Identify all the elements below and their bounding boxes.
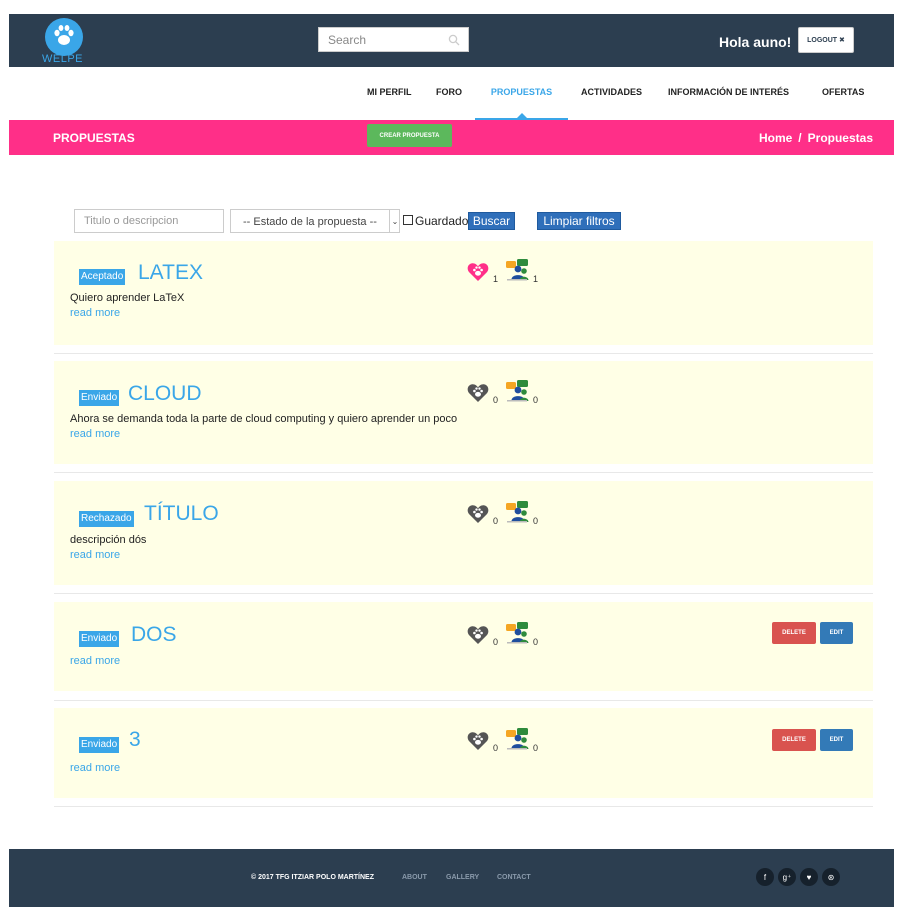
status-badge: Aceptado: [79, 269, 126, 285]
saved-checkbox-label: Guardado: [415, 214, 469, 228]
like-count: 0: [493, 743, 499, 753]
user-greeting: Hola auno!: [719, 34, 792, 50]
google-plus-icon[interactable]: g⁺: [778, 868, 796, 886]
search-input[interactable]: [319, 28, 439, 51]
edit-button[interactable]: EDIT: [820, 729, 853, 751]
participant-count: 0: [533, 743, 539, 753]
status-badge: Rechazado: [79, 511, 134, 527]
heart-paw-icon[interactable]: [467, 504, 489, 524]
breadcrumb-home-link[interactable]: Home: [759, 131, 792, 145]
create-proposal-button[interactable]: CREAR PROPUESTA: [367, 124, 452, 147]
state-select[interactable]: -- Estado de la propuesta -- ⌄: [230, 209, 400, 233]
read-more-link[interactable]: read more: [70, 655, 120, 667]
like-count: 0: [493, 516, 499, 526]
search-icon[interactable]: [448, 33, 460, 51]
read-more-link[interactable]: read more: [70, 428, 120, 440]
heart-paw-icon[interactable]: [467, 625, 489, 645]
proposal-title[interactable]: LATEX: [138, 261, 203, 285]
card-divider: [54, 353, 873, 354]
participant-count: 1: [533, 274, 539, 284]
page-title: PROPUESTAS: [53, 131, 135, 145]
footer-contact-link[interactable]: CONTACT: [497, 874, 531, 881]
logout-button[interactable]: LOGOUT ✖: [798, 27, 854, 53]
nav-item-foro[interactable]: FORO: [436, 67, 462, 120]
footer: © 2017 TFG ITZIAR POLO MARTÍNEZ ABOUT GA…: [9, 849, 894, 907]
chevron-down-icon: ⌄: [389, 210, 400, 232]
copyright-text: © 2017 TFG ITZIAR POLO MARTÍNEZ: [251, 874, 374, 881]
participants-icon[interactable]: [504, 621, 530, 645]
top-bar: WELPE Hola auno! LOGOUT ✖: [9, 14, 894, 67]
proposal-title[interactable]: 3: [129, 728, 141, 752]
proposal-description: Ahora se demanda toda la parte de cloud …: [70, 413, 458, 425]
section-header: PROPUESTAS CREAR PROPUESTA Home / Propuest…: [9, 120, 894, 155]
proposal-title[interactable]: TÍTULO: [144, 502, 219, 526]
dribbble-icon[interactable]: ⊛: [822, 868, 840, 886]
nav-item-actividades[interactable]: ACTIVIDADES: [581, 67, 642, 120]
clear-filters-button[interactable]: Limpiar filtros: [537, 212, 621, 230]
card-divider: [54, 472, 873, 473]
delete-button[interactable]: DELETE: [772, 622, 816, 644]
proposal-description: descripción dós: [70, 534, 147, 546]
card-divider: [54, 806, 873, 807]
participants-icon[interactable]: [504, 500, 530, 524]
status-badge: Enviado: [79, 737, 120, 753]
search-box: [318, 27, 469, 52]
participant-count: 0: [533, 637, 539, 647]
proposal-card: Enviado 3 read more 0 0 DELETE EDIT: [54, 708, 873, 798]
status-badge: Enviado: [79, 390, 120, 406]
like-count: 0: [493, 395, 499, 405]
heart-paw-icon[interactable]: [467, 383, 489, 403]
card-divider: [54, 700, 873, 701]
edit-button[interactable]: EDIT: [820, 622, 853, 644]
search-button[interactable]: Buscar: [468, 212, 515, 230]
nav-item-informacion[interactable]: INFORMACIÓN DE INTERÉS: [668, 67, 789, 120]
heart-paw-icon[interactable]: [467, 731, 489, 751]
saved-checkbox[interactable]: [403, 215, 413, 225]
delete-button[interactable]: DELETE: [772, 729, 816, 751]
card-divider: [54, 593, 873, 594]
state-select-value: -- Estado de la propuesta --: [243, 216, 377, 228]
logo-text: WELPE: [42, 53, 84, 65]
twitter-icon[interactable]: ♥: [800, 868, 818, 886]
proposal-card: Aceptado LATEX Quiero aprender LaTeX read m…: [54, 241, 873, 345]
participants-icon[interactable]: [504, 379, 530, 403]
nav-item-label: PROPUESTAS: [490, 87, 553, 97]
nav-item-ofertas[interactable]: OFERTAS: [822, 67, 864, 120]
nav-item-mi-perfil[interactable]: MI PERFIL: [367, 67, 412, 120]
breadcrumb-current: Propuestas: [807, 131, 873, 145]
paw-logo-icon[interactable]: [45, 18, 83, 56]
proposal-card: Enviado CLOUD Ahora se demanda toda la par…: [54, 361, 873, 464]
participants-icon[interactable]: [504, 258, 530, 282]
read-more-link[interactable]: read more: [70, 307, 120, 319]
nav-item-propuestas[interactable]: PROPUESTAS: [475, 67, 568, 120]
footer-about-link[interactable]: ABOUT: [402, 874, 427, 881]
main-nav: MI PERFIL FORO PROPUESTAS ACTIVIDADES IN…: [9, 67, 894, 120]
footer-gallery-link[interactable]: GALLERY: [446, 874, 479, 881]
read-more-link[interactable]: read more: [70, 549, 120, 561]
proposal-title[interactable]: CLOUD: [128, 382, 202, 406]
active-caret-icon: [516, 113, 527, 118]
like-count: 1: [493, 274, 499, 284]
proposal-title[interactable]: DOS: [131, 623, 177, 647]
proposal-card: Enviado DOS read more 0 0 DELETE EDIT: [54, 602, 873, 691]
title-filter-input[interactable]: [74, 209, 224, 233]
heart-paw-icon[interactable]: [467, 262, 489, 282]
status-badge: Enviado: [79, 631, 120, 647]
read-more-link[interactable]: read more: [70, 762, 120, 774]
breadcrumb-separator: /: [798, 131, 802, 145]
proposal-description: Quiero aprender LaTeX: [70, 292, 185, 304]
participant-count: 0: [533, 516, 539, 526]
participants-icon[interactable]: [504, 727, 530, 751]
participant-count: 0: [533, 395, 539, 405]
like-count: 0: [493, 637, 499, 647]
breadcrumb: Home / Propuestas: [759, 131, 873, 145]
facebook-icon[interactable]: f: [756, 868, 774, 886]
proposal-card: Rechazado TÍTULO descripción dós read more 0…: [54, 481, 873, 585]
